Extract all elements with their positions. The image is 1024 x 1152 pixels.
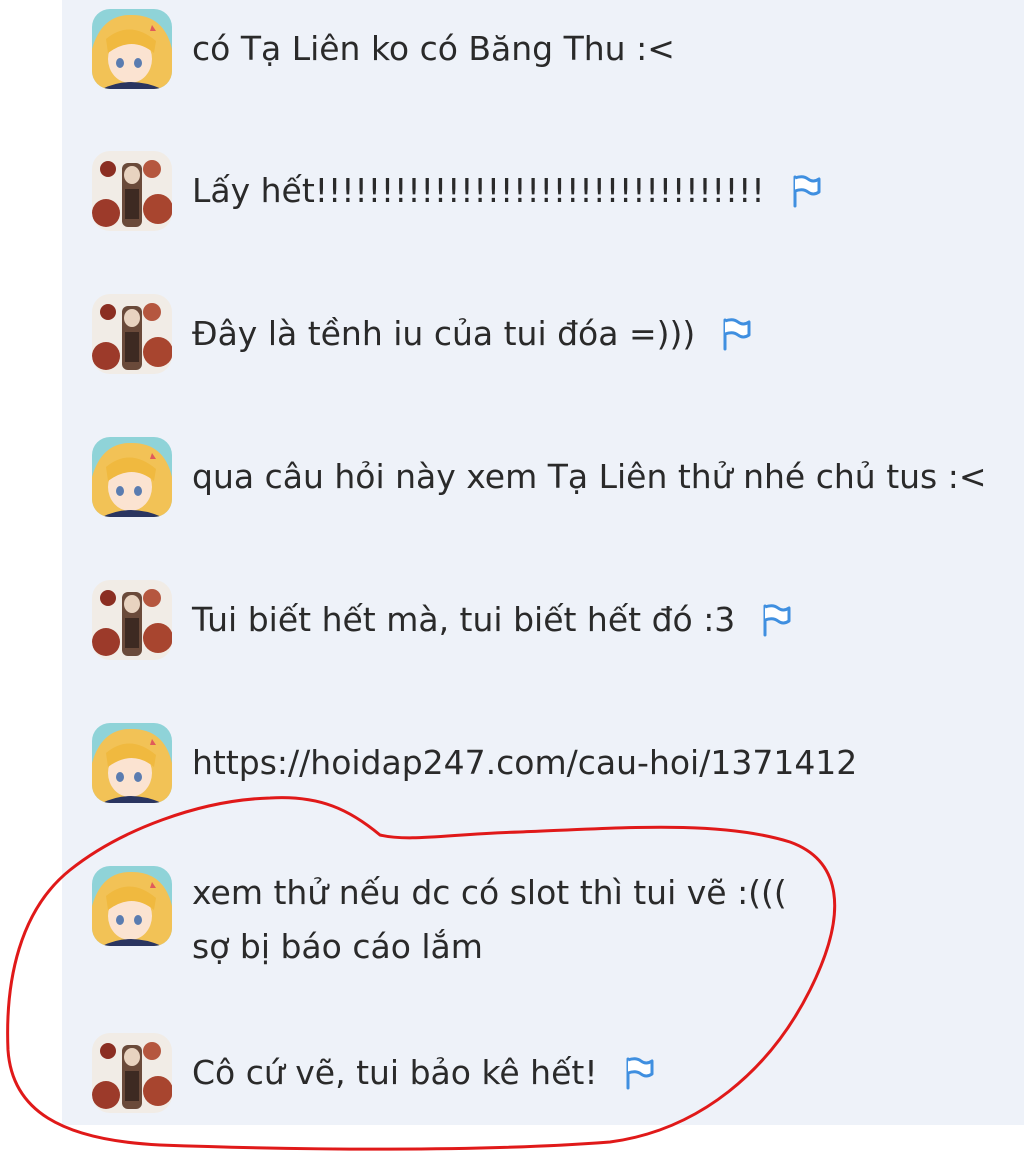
flag-icon[interactable] bbox=[791, 174, 821, 208]
user-avatar-blonde[interactable] bbox=[92, 9, 172, 89]
flag-icon[interactable] bbox=[721, 317, 751, 351]
chat-message: https://hoidap247.com/cau-hoi/1371412 bbox=[92, 723, 857, 803]
message-text: Cô cứ vẽ, tui bảo kê hết! bbox=[192, 1053, 598, 1092]
flag-icon[interactable] bbox=[624, 1056, 654, 1090]
message-text: có Tạ Liên ko có Băng Thu :< bbox=[192, 29, 675, 68]
chat-message: Lấy hết!!!!!!!!!!!!!!!!!!!!!!!!!!!!!!!!!… bbox=[92, 151, 821, 231]
chat-message: qua câu hỏi này xem Tạ Liên thử nhé chủ … bbox=[92, 437, 987, 517]
message-link[interactable]: https://hoidap247.com/cau-hoi/1371412 bbox=[192, 736, 857, 790]
chat-page: có Tạ Liên ko có Băng Thu :< Lấy hết!!!!… bbox=[0, 0, 1024, 1152]
chat-message: xem thử nếu dc có slot thì tui vẽ :((( s… bbox=[92, 866, 787, 974]
message-text: qua câu hỏi này xem Tạ Liên thử nhé chủ … bbox=[192, 457, 987, 496]
chat-message: Đây là tềnh iu của tui đóa =))) bbox=[92, 294, 751, 374]
chat-message: có Tạ Liên ko có Băng Thu :< bbox=[92, 9, 675, 89]
chat-message: Tui biết hết mà, tui biết hết đó :3 bbox=[92, 580, 791, 660]
user-avatar-blonde[interactable] bbox=[92, 723, 172, 803]
message-text: Lấy hết!!!!!!!!!!!!!!!!!!!!!!!!!!!!!!!!!… bbox=[192, 171, 765, 210]
user-avatar-blonde[interactable] bbox=[92, 866, 172, 946]
message-text: Tui biết hết mà, tui biết hết đó :3 bbox=[192, 600, 736, 639]
user-avatar-redflower[interactable] bbox=[92, 580, 172, 660]
user-avatar-redflower[interactable] bbox=[92, 151, 172, 231]
chat-message: Cô cứ vẽ, tui bảo kê hết! bbox=[92, 1033, 654, 1113]
user-avatar-blonde[interactable] bbox=[92, 437, 172, 517]
user-avatar-redflower[interactable] bbox=[92, 1033, 172, 1113]
message-text: Đây là tềnh iu của tui đóa =))) bbox=[192, 314, 696, 353]
message-text: xem thử nếu dc có slot thì tui vẽ :((( s… bbox=[192, 873, 787, 966]
flag-icon[interactable] bbox=[761, 603, 791, 637]
user-avatar-redflower[interactable] bbox=[92, 294, 172, 374]
